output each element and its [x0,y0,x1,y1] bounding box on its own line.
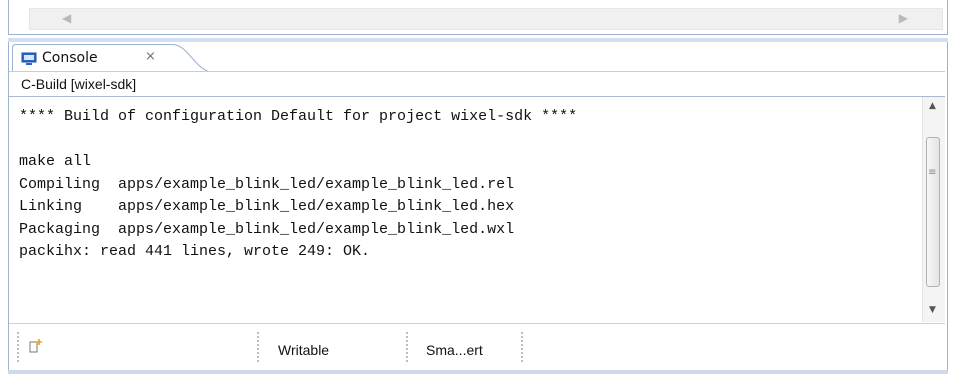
tab-console[interactable]: Console ⨯ [12,44,222,74]
console-output[interactable]: **** Build of configuration Default for … [9,97,922,322]
status-insert-mode[interactable]: Sma...ert [426,342,483,358]
new-item-icon[interactable] [29,338,43,358]
console-tabbar: Console ⨯ ▾ ▾ [9,42,945,109]
console-subtitle: C-Build [wixel-sdk] [9,72,945,97]
scroll-up-icon[interactable]: ▲ [929,101,936,111]
editor-frame: ◀ ▶ [8,0,948,35]
tab-console-label: Console [42,50,98,66]
vertical-scrollbar[interactable]: ▲ ≡ ▼ [922,97,945,322]
view-bottom-border [8,370,948,374]
status-separator [521,332,523,364]
scrollbar-thumb[interactable] [926,137,940,287]
console-line: Linking apps/example_blink_led/example_b… [19,198,515,215]
console-line: Compiling apps/example_blink_led/example… [19,175,515,193]
grip-icon: ≡ [928,167,937,178]
console-line: make all [19,153,92,170]
scroll-down-icon[interactable]: ▼ [929,305,936,315]
console-text[interactable]: **** Build of configuration Default for … [19,106,577,264]
status-separator [17,332,19,364]
status-separator [257,332,259,364]
console-line: **** Build of configuration Default for … [19,108,578,125]
editor-area: ◀ ▶ [0,0,954,38]
console-monitor-icon [21,52,37,65]
console-line: packihx: read 441 lines, wrote 249: OK. [19,243,371,260]
status-bar: Writable Sma...ert [9,323,945,371]
console-name: C-Build [wixel-sdk] [21,76,137,92]
status-writable: Writable [278,342,330,358]
status-separator [406,332,408,364]
close-icon[interactable]: ⨯ [145,49,156,64]
scroll-right-icon[interactable]: ▶ [899,11,908,25]
horizontal-scrollbar[interactable]: ◀ ▶ [29,8,943,30]
scroll-left-icon[interactable]: ◀ [62,11,71,25]
console-line: Packaging apps/example_blink_led/example… [19,220,515,238]
